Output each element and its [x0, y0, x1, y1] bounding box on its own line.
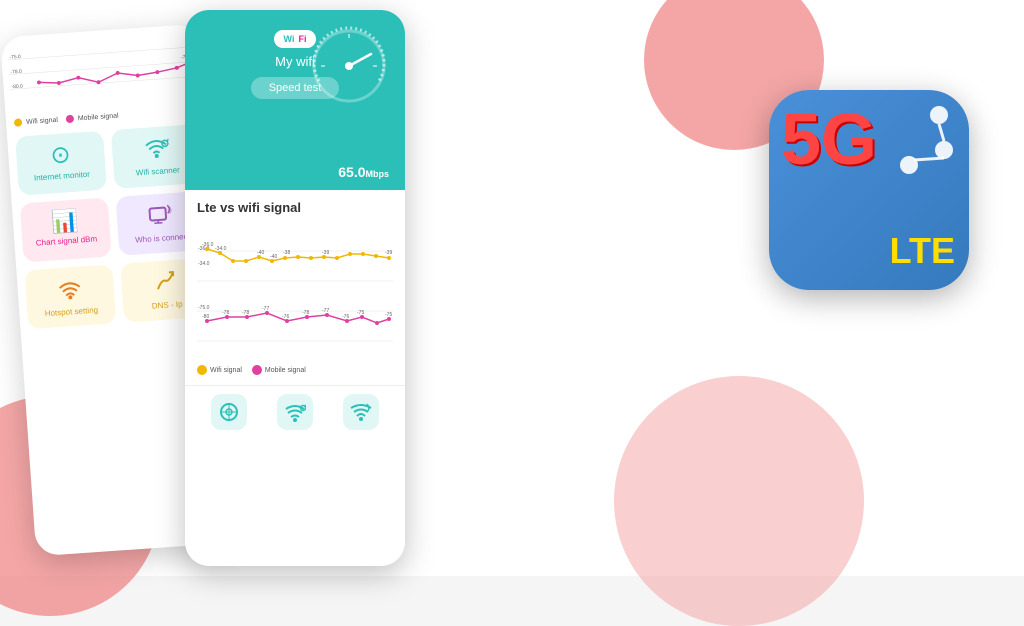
wifi-scanner-label: Wifi scanner: [136, 165, 181, 177]
wifi-badge-fi: Fi: [298, 34, 306, 44]
svg-text:-36.0: -36.0: [202, 242, 214, 248]
bottom-internet-icon: [211, 394, 247, 430]
center-content: Lte vs wifi signal -36.0 -34.0: [185, 190, 405, 385]
svg-text:-78.0: -78.0: [10, 69, 22, 76]
wifi-scanner-icon: [142, 136, 170, 164]
svg-text:-38: -38: [283, 250, 290, 256]
center-mobile-legend: Mobile signal: [265, 367, 306, 374]
svg-text:-75.0: -75.0: [9, 54, 21, 61]
svg-text:-40: -40: [270, 254, 277, 260]
speed-unit: Mbps: [366, 169, 390, 179]
chart-signal-icon: 📊: [51, 210, 80, 234]
svg-text:-77: -77: [262, 306, 269, 312]
bottom-internet-item[interactable]: [201, 394, 257, 430]
left-chart-svg: -75.0 -78.0 -80.0 -78: [6, 28, 199, 113]
bg-shape-center: [614, 376, 864, 626]
center-header: Wi Fi My wifi Speed test 65.0Mbps: [185, 10, 405, 190]
phone-center: Wi Fi My wifi Speed test 65.0Mbps Lte v: [185, 10, 405, 566]
app-icon[interactable]: 5G LTE: [769, 90, 969, 290]
svg-text:-80: -80: [202, 314, 209, 320]
who-connected-label: Who is connect: [135, 232, 190, 245]
who-connected-icon: [147, 203, 175, 231]
grid-item-hotspot[interactable]: Hotspot setting: [24, 264, 116, 329]
lte-label: LTE: [890, 230, 955, 272]
hotspot-label: Hotspot setting: [44, 305, 98, 318]
grid-item-chart-signal[interactable]: 📊 Chart signal dBm: [20, 198, 112, 263]
center-wifi-legend: Wifi signal: [210, 367, 242, 374]
wifi-badge-icon: Wi: [284, 34, 295, 44]
svg-text:-75: -75: [357, 310, 364, 316]
svg-text:-80.0: -80.0: [11, 84, 23, 91]
svg-text:-34.0: -34.0: [215, 246, 227, 252]
bottom-scanner-item[interactable]: [267, 394, 323, 430]
lte-chart-area: -36.0 -34.0: [197, 221, 393, 361]
network-icon: [889, 100, 959, 185]
svg-text:-40: -40: [257, 250, 264, 256]
svg-text:-75: -75: [385, 312, 392, 318]
svg-text:-39: -39: [385, 250, 392, 256]
hotspot-icon: [57, 277, 83, 305]
svg-text:-76: -76: [342, 314, 349, 320]
svg-text:-78: -78: [302, 310, 309, 316]
5g-label: 5G: [781, 108, 877, 173]
internet-monitor-label: Internet monitor: [34, 170, 91, 183]
internet-monitor-icon: ⊙: [50, 143, 72, 168]
lte-chart-svg: -36.0 -34.0: [197, 221, 393, 361]
svg-text:-78: -78: [242, 310, 249, 316]
left-chart-area: -75.0 -78.0 -80.0 -78: [0, 24, 205, 118]
dns-label: DNS - Ip: [152, 300, 183, 311]
mobile-legend-label: Mobile signal: [78, 112, 119, 122]
grid-item-internet-monitor[interactable]: ⊙ Internet monitor: [15, 131, 107, 196]
wifi-legend-label: Wifi signal: [26, 116, 58, 125]
svg-text:-34.0: -34.0: [198, 261, 210, 267]
speedometer: [309, 26, 389, 106]
speed-number: 65.0: [338, 164, 365, 180]
app-icon-container: 5G LTE: [769, 90, 969, 290]
speed-display: 65.0Mbps: [338, 164, 389, 180]
svg-text:-77: -77: [322, 308, 329, 314]
svg-text:-39: -39: [322, 250, 329, 256]
chart-signal-label: Chart signal dBm: [36, 234, 98, 247]
bottom-scanner-icon: [277, 394, 313, 430]
svg-text:-76: -76: [282, 314, 289, 320]
svg-text:-75.0: -75.0: [198, 305, 210, 311]
bottom-wifi-icon: [343, 394, 379, 430]
center-chart-legend: Wifi signal Mobile signal: [197, 365, 393, 375]
bottom-wifi-item[interactable]: [333, 394, 389, 430]
dns-icon: [153, 270, 179, 298]
lte-chart-title: Lte vs wifi signal: [197, 200, 393, 215]
svg-text:-78: -78: [222, 310, 229, 316]
center-bottom-nav: [185, 385, 405, 438]
